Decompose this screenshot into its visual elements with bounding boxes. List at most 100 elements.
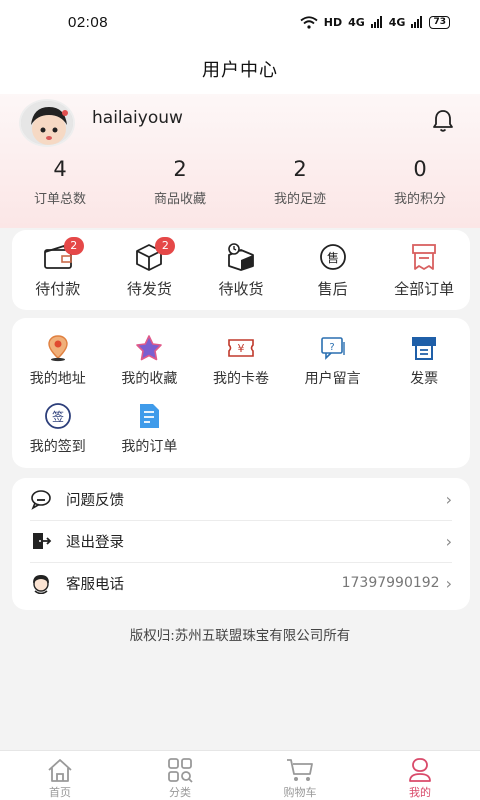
cart-icon xyxy=(287,759,313,781)
order-label: 售后 xyxy=(317,280,348,298)
home-icon xyxy=(48,759,72,782)
stat-value: 2 xyxy=(173,157,187,181)
order-pending-shipment[interactable]: 2 待发货 xyxy=(104,230,196,310)
stat-value: 2 xyxy=(293,157,307,181)
tab-label: 分类 xyxy=(169,786,191,799)
header: 用户中心 xyxy=(0,44,480,94)
after-sale-icon: 售 xyxy=(319,244,346,270)
svg-text:签: 签 xyxy=(52,409,64,424)
tab-bar: 首页 分类 购物车 我的 xyxy=(0,750,480,800)
stat-label: 订单总数 xyxy=(33,192,86,207)
avatar[interactable] xyxy=(19,99,75,147)
chevron-right-icon: › xyxy=(445,573,452,593)
location-pin-icon xyxy=(48,335,68,362)
tab-category[interactable]: 分类 xyxy=(120,751,240,800)
sign-in-icon: 签 xyxy=(44,403,71,429)
menu-card: 问题反馈 › 退出登录 › 客服电话 17397990192 › xyxy=(12,478,470,610)
copyright: 版权归:苏州五联盟珠宝有限公司所有 xyxy=(129,628,351,644)
username: hailaiyouw xyxy=(92,108,183,128)
badge: 2 xyxy=(155,237,176,255)
menu-feedback[interactable]: 问题反馈 › xyxy=(12,478,470,520)
signal-icon xyxy=(411,16,423,28)
stat-orders[interactable]: 4 订单总数 xyxy=(0,154,120,207)
order-label: 待收货 xyxy=(218,280,264,298)
stat-footprints[interactable]: 2 我的足迹 xyxy=(240,154,360,207)
stat-label: 我的足迹 xyxy=(273,192,326,207)
delivery-box-icon xyxy=(228,243,254,271)
stat-value: 4 xyxy=(53,157,67,181)
tab-cart[interactable]: 购物车 xyxy=(240,751,360,800)
customer-service-icon xyxy=(33,575,49,594)
menu-logout[interactable]: 退出登录 › xyxy=(12,520,470,562)
tool-label: 我的订单 xyxy=(121,439,178,455)
stat-favorites[interactable]: 2 商品收藏 xyxy=(120,154,240,207)
stat-label: 商品收藏 xyxy=(153,192,206,207)
tool-label: 用户留言 xyxy=(304,371,361,387)
status-icons: HD 4G 4G 73 xyxy=(300,15,450,29)
profile-section: hailaiyouw 4 订单总数 2 商品收藏 2 我的足迹 0 我的积分 xyxy=(0,94,480,228)
network-label: HD xyxy=(323,15,343,29)
tool-coupons[interactable]: ¥ 我的卡卷 xyxy=(195,334,287,402)
tool-invoice[interactable]: 发票 xyxy=(378,334,470,402)
tab-home[interactable]: 首页 xyxy=(0,751,120,800)
stat-points[interactable]: 0 我的积分 xyxy=(360,154,480,207)
invoice-icon xyxy=(412,337,437,360)
feedback-icon xyxy=(31,490,51,510)
status-bar: 02:08 HD 4G 4G 73 xyxy=(0,0,480,44)
tool-label: 我的卡卷 xyxy=(212,371,269,387)
tool-favorites[interactable]: 我的收藏 xyxy=(104,334,196,402)
orders-card: 2 待付款 2 待发货 待收货 售 售后 全部订单 xyxy=(12,230,470,310)
message-icon: ? xyxy=(320,337,345,360)
order-all[interactable]: 全部订单 xyxy=(378,230,470,310)
order-label: 全部订单 xyxy=(394,280,455,298)
logout-icon xyxy=(33,533,52,549)
order-after-sale[interactable]: 售 售后 xyxy=(287,230,379,310)
svg-text:¥: ¥ xyxy=(237,342,244,355)
menu-label: 问题反馈 xyxy=(66,492,124,509)
badge: 2 xyxy=(63,237,84,255)
star-icon xyxy=(136,335,163,361)
tool-messages[interactable]: ? 用户留言 xyxy=(287,334,379,402)
menu-label: 客服电话 xyxy=(66,576,124,593)
tool-sign-in[interactable]: 签 我的签到 xyxy=(12,402,104,470)
tab-mine[interactable]: 我的 xyxy=(360,751,480,800)
signal-icon xyxy=(370,16,382,28)
signal-1-label: 4G xyxy=(348,15,365,29)
category-icon xyxy=(168,758,193,783)
status-time: 02:08 xyxy=(68,13,109,31)
coupon-icon: ¥ xyxy=(228,339,254,357)
tools-card: 我的地址 我的收藏 ¥ 我的卡卷 ? 用户留言 发票 签 我的签到 我的订单 xyxy=(12,318,470,468)
stat-value: 0 xyxy=(413,157,427,181)
stat-label: 我的积分 xyxy=(393,192,446,207)
user-icon xyxy=(409,758,431,782)
phone-number: 17397990192 xyxy=(341,575,440,591)
tool-address[interactable]: 我的地址 xyxy=(12,334,104,402)
order-pending-payment[interactable]: 2 待付款 xyxy=(12,230,104,310)
tab-label: 我的 xyxy=(409,786,431,799)
tool-label: 我的地址 xyxy=(29,371,86,387)
chevron-right-icon: › xyxy=(445,489,452,509)
tool-my-orders[interactable]: 我的订单 xyxy=(104,402,196,470)
tool-label: 我的签到 xyxy=(29,439,86,455)
tool-label: 发票 xyxy=(410,371,439,387)
receipt-icon xyxy=(412,244,437,270)
battery-icon: 73 xyxy=(429,15,450,29)
svg-text:售: 售 xyxy=(327,250,339,265)
order-label: 待发货 xyxy=(126,280,172,298)
svg-text:?: ? xyxy=(329,342,334,353)
tool-label: 我的收藏 xyxy=(121,371,178,387)
document-icon xyxy=(140,404,160,428)
signal-2-label: 4G xyxy=(388,15,406,29)
order-label: 待付款 xyxy=(35,280,81,298)
avatar-image xyxy=(21,101,73,145)
wifi-icon xyxy=(300,15,318,29)
menu-label: 退出登录 xyxy=(66,534,124,551)
chevron-right-icon: › xyxy=(445,531,452,551)
tab-label: 首页 xyxy=(49,786,71,799)
bell-icon[interactable] xyxy=(430,108,456,134)
page-title: 用户中心 xyxy=(202,60,278,81)
order-pending-receipt[interactable]: 待收货 xyxy=(195,230,287,310)
stats-row: 4 订单总数 2 商品收藏 2 我的足迹 0 我的积分 xyxy=(0,154,480,207)
menu-customer-service[interactable]: 客服电话 17397990192 › xyxy=(12,562,470,604)
tab-label: 购物车 xyxy=(283,786,317,799)
